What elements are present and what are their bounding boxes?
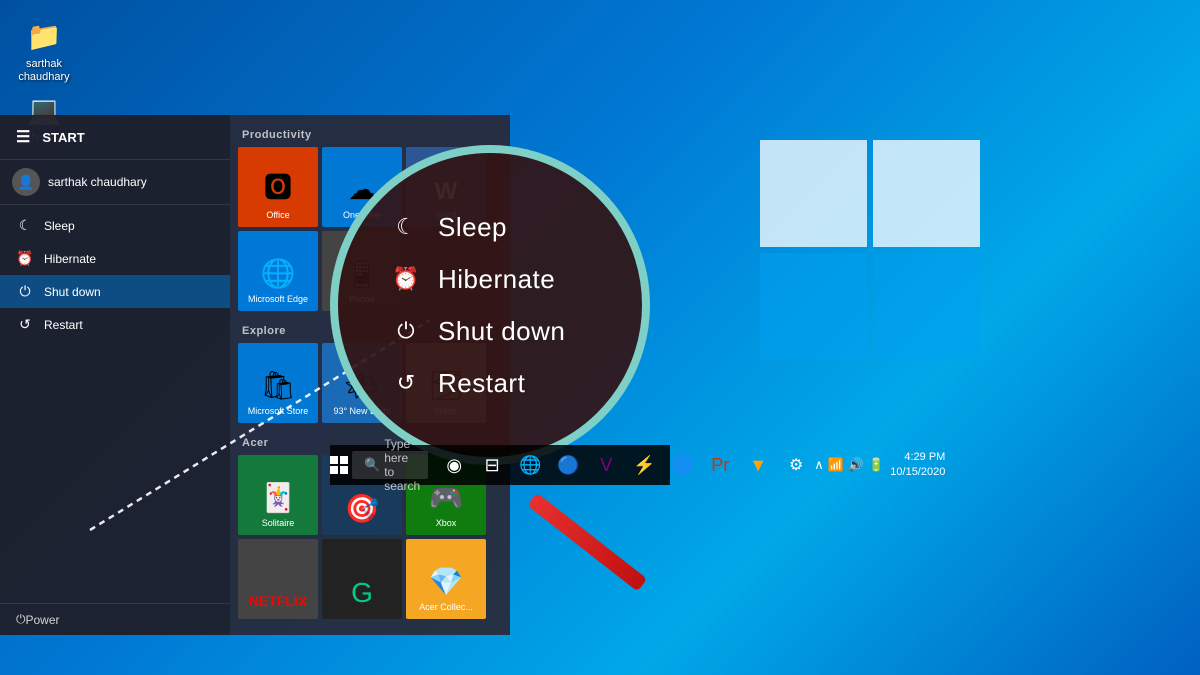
sleep-icon: ☾ xyxy=(16,217,34,234)
shutdown-icon: ⏻ xyxy=(16,283,34,300)
desktop: 📁 sarthak chaudhary 💻 This PC ☰ START 👤 … xyxy=(0,0,1200,675)
hibernate-icon: ⏰ xyxy=(16,250,34,267)
mag-shutdown-label: Shut down xyxy=(438,316,565,347)
office-icon: 🅾 xyxy=(264,166,292,206)
tile-office-label: Office xyxy=(266,210,289,221)
magnifier: ☾ Sleep ⏰ Hibernate ⏻ Shut down ↺ Restar… xyxy=(330,145,670,485)
tile-netflix[interactable]: NETFLIX xyxy=(238,539,318,619)
sleep-item[interactable]: ☾ Sleep xyxy=(0,209,230,242)
search-placeholder: Type here to search xyxy=(384,437,420,493)
start-user[interactable]: 👤 sarthak chaudhary xyxy=(0,160,230,205)
power-items: ☾ Sleep ⏰ Hibernate ⏻ Shut down ↺ Restar… xyxy=(0,205,230,345)
cortana-icon[interactable]: ◉ xyxy=(436,445,472,485)
mag-sleep-item[interactable]: ☾ Sleep xyxy=(388,209,507,245)
search-icon: 🔍 xyxy=(364,457,380,473)
power-section-header[interactable]: ⏻ Power xyxy=(0,603,230,635)
mag-hibernate-item[interactable]: ⏰ Hibernate xyxy=(388,261,555,297)
chrome-icon[interactable]: 🔵 xyxy=(550,445,586,485)
tile-xbox-label: Xbox xyxy=(436,518,457,529)
task-view-icon[interactable]: ⊟ xyxy=(474,445,510,485)
start-icon xyxy=(330,456,348,474)
user-avatar: 👤 xyxy=(12,168,40,196)
user-folder-label: sarthak chaudhary xyxy=(12,58,76,84)
shutdown-label: Shut down xyxy=(44,285,101,299)
mag-shutdown-icon: ⏻ xyxy=(388,313,424,349)
user-name: sarthak chaudhary xyxy=(48,175,147,189)
hibernate-item[interactable]: ⏰ Hibernate xyxy=(0,242,230,275)
magnifier-handle xyxy=(527,493,647,592)
browser-icon[interactable]: 🌐 xyxy=(512,445,548,485)
app1-icon[interactable]: V xyxy=(588,445,624,485)
tile-solitaire-label: Solitaire xyxy=(262,518,295,529)
clock-date: 10/15/2020 xyxy=(890,465,945,480)
taskbar-icons: ◉ ⊟ 🌐 🔵 V ⚡ 🌀 Pr ▼ ⚙ xyxy=(436,445,814,485)
restart-icon: ↺ xyxy=(16,316,34,333)
tile-edge-label: Microsoft Edge xyxy=(248,294,308,305)
tile-solitaire[interactable]: 🃏 Solitaire xyxy=(238,455,318,535)
app5-icon[interactable]: ▼ xyxy=(740,445,776,485)
acer-coll-icon: 💎 xyxy=(429,565,464,598)
start-title: START xyxy=(42,130,84,145)
power-label: Power xyxy=(26,613,60,627)
settings-icon[interactable]: ⚙ xyxy=(778,445,814,485)
restart-item[interactable]: ↺ Restart xyxy=(0,308,230,341)
desktop-icon-user-folder[interactable]: 📁 sarthak chaudhary xyxy=(12,16,76,84)
mag-hibernate-label: Hibernate xyxy=(438,264,555,295)
xbox-icon: 🎮 xyxy=(429,481,464,514)
volume-icon[interactable]: 🔊 xyxy=(848,457,864,473)
hamburger-icon: ☰ xyxy=(16,127,30,147)
wifi-icon: 📶 xyxy=(828,457,844,473)
productivity-label: Productivity xyxy=(238,123,502,147)
user-folder-icon: 📁 xyxy=(24,16,64,56)
mag-hibernate-icon: ⏰ xyxy=(388,261,424,297)
taskbar: 🔍 Type here to search ◉ ⊟ 🌐 🔵 V ⚡ 🌀 Pr ▼… xyxy=(330,445,670,485)
mag-shutdown-item[interactable]: ⏻ Shut down xyxy=(388,313,565,349)
tile-acer-coll-label: Acer Collec... xyxy=(419,602,473,613)
mag-restart-item[interactable]: ↺ Restart xyxy=(388,365,525,401)
restart-label: Restart xyxy=(44,318,83,332)
magnifier-circle: ☾ Sleep ⏰ Hibernate ⏻ Shut down ↺ Restar… xyxy=(330,145,650,465)
start-header: ☰ START xyxy=(0,115,230,160)
system-clock[interactable]: 4:29 PM 10/15/2020 xyxy=(890,450,949,481)
tile-ms-store[interactable]: 🛍 Microsoft Store xyxy=(238,343,318,423)
search-bar[interactable]: 🔍 Type here to search xyxy=(352,451,428,479)
mag-restart-icon: ↺ xyxy=(388,365,424,401)
hibernate-label: Hibernate xyxy=(44,252,96,266)
mag-restart-label: Restart xyxy=(438,368,525,399)
ms-store-icon: 🛍 xyxy=(260,369,296,402)
edge-icon: 🌐 xyxy=(261,257,296,290)
app4-icon[interactable]: Pr xyxy=(702,445,738,485)
windows-logo xyxy=(760,140,980,360)
tile-ms-store-label: Microsoft Store xyxy=(248,406,309,417)
app3-icon[interactable]: 🌀 xyxy=(664,445,700,485)
app2-icon[interactable]: ⚡ xyxy=(626,445,662,485)
unknown-icon: 🎯 xyxy=(345,492,380,525)
tile-office[interactable]: 🅾 Office xyxy=(238,147,318,227)
mag-sleep-label: Sleep xyxy=(438,212,507,243)
tile-g[interactable]: G xyxy=(322,539,402,619)
tile-acer-coll[interactable]: 💎 Acer Collec... xyxy=(406,539,486,619)
netflix-icon: NETFLIX xyxy=(249,593,307,609)
clock-time: 4:29 PM xyxy=(890,450,945,465)
solitaire-icon: 🃏 xyxy=(261,481,296,514)
start-menu: ☰ START 👤 sarthak chaudhary ☾ Sleep ⏰ Hi… xyxy=(0,115,230,635)
tray-expand-icon[interactable]: ∧ xyxy=(814,457,824,473)
system-tray: ∧ 📶 🔊 🔋 4:29 PM 10/15/2020 xyxy=(814,450,957,481)
sleep-label: Sleep xyxy=(44,219,75,233)
mag-sleep-icon: ☾ xyxy=(388,209,424,245)
tile-edge[interactable]: 🌐 Microsoft Edge xyxy=(238,231,318,311)
shutdown-item[interactable]: ⏻ Shut down xyxy=(0,275,230,308)
battery-icon: 🔋 xyxy=(868,457,884,473)
tray-icons: ∧ 📶 🔊 🔋 xyxy=(814,457,884,473)
power-icon: ⏻ xyxy=(16,612,26,627)
g-icon: G xyxy=(351,577,373,609)
start-button[interactable] xyxy=(330,445,348,485)
